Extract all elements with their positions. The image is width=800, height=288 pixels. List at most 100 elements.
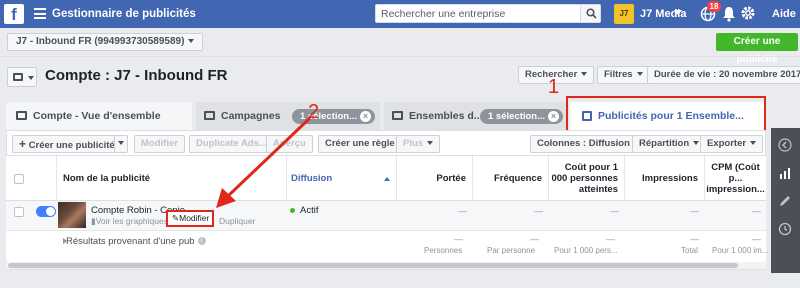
facebook-logo-icon[interactable]: f [4, 4, 24, 24]
summary-cell: — [530, 234, 539, 244]
create-rule-button[interactable]: Créer une règle [318, 135, 402, 153]
app-title[interactable]: Gestionnaire de publicités [52, 8, 196, 20]
edit-button[interactable]: Modifier [134, 135, 185, 153]
collapse-panel-icon[interactable] [778, 138, 792, 152]
summary-cell: — [606, 234, 615, 244]
bar-chart-icon[interactable] [778, 166, 792, 180]
column-cost-per-1000[interactable]: Coût pour 1 000 personnes atteintes [548, 156, 624, 201]
view-selector-button[interactable] [7, 67, 37, 87]
table-cell: — [458, 206, 467, 216]
search-icon [586, 8, 597, 19]
duplicate-row-link[interactable]: Dupliquer [219, 216, 255, 226]
chevron-down-icon [693, 141, 700, 146]
horizontal-scrollbar[interactable] [6, 262, 766, 269]
column-cpm[interactable]: CPM (Coût p... impression... [704, 156, 766, 201]
summary-cell: — [690, 234, 699, 244]
date-range-picker[interactable]: Durée de vie : 20 novembre 2017 [647, 66, 800, 84]
duplicate-button[interactable]: Duplicate Ads... [189, 135, 274, 153]
bell-icon[interactable] [722, 6, 736, 22]
active-status-dot [290, 208, 295, 213]
chevron-down-icon [427, 141, 434, 146]
edit-row-link[interactable]: ✎Modifier [166, 210, 214, 227]
summary-unit: Pour 1 000 pers... [554, 246, 618, 255]
tab-label: Compte - Vue d'ensemble [33, 110, 161, 123]
tab-label: Campagnes [221, 110, 281, 123]
more-button[interactable]: Plus [396, 135, 441, 153]
plus-icon: + [19, 137, 27, 151]
columns-button[interactable]: Colonnes : Diffusion [530, 135, 647, 153]
divider [0, 56, 800, 57]
column-header-label: CPM (Coût p... impression... [706, 162, 765, 195]
create-ad-button[interactable]: + Créer une publicité [12, 135, 116, 153]
close-icon[interactable]: × [548, 111, 560, 122]
edit-row-label: Modifier [179, 213, 210, 223]
column-frequency[interactable]: Fréquence [472, 156, 548, 201]
tab-account-overview[interactable]: Compte - Vue d'ensemble [6, 102, 192, 130]
close-icon[interactable]: × [360, 111, 372, 122]
create-ad-label: Créer une publicité [28, 140, 115, 151]
sort-ascending-icon [384, 176, 390, 181]
pencil-icon[interactable] [778, 194, 792, 208]
tab-campaigns[interactable]: Campagnes 1 sélection... × [196, 102, 380, 130]
dashboard-icon [16, 110, 27, 120]
export-button[interactable]: Exporter [700, 135, 764, 153]
business-search-input[interactable] [376, 5, 576, 22]
annotation-step-1: 1 [548, 76, 560, 98]
ad-thumbnail [58, 202, 86, 228]
clock-icon[interactable] [778, 222, 792, 236]
more-label: Plus [403, 138, 424, 149]
menu-icon[interactable] [34, 8, 46, 19]
column-ad-name[interactable]: Nom de la publicité [56, 156, 286, 201]
tab-ad-sets[interactable]: Ensembles d... 1 sélection... × [384, 102, 568, 130]
scrollbar-thumb[interactable] [8, 263, 738, 268]
filters-button[interactable]: Filtres [597, 66, 650, 84]
column-header-label: Portée [436, 173, 466, 184]
date-range-label: Durée de vie : 20 novembre 2017 [654, 69, 800, 80]
chevron-down-icon [188, 39, 195, 44]
summary-label-text: Résultats provenant d'une pub [66, 236, 195, 247]
breakdown-button[interactable]: Répartition [632, 135, 707, 153]
columns-label: Colonnes : Diffusion [537, 138, 630, 149]
column-header-label: Diffusion [291, 173, 333, 184]
table-cell: — [534, 206, 543, 216]
create-ad-dropdown[interactable] [114, 135, 128, 153]
chevron-down-icon [28, 76, 34, 80]
view-charts-link[interactable]: ▮Voir les graphiques [91, 216, 168, 227]
filters-button-label: Filtres [604, 69, 633, 80]
chevron-down-icon [636, 72, 643, 77]
adsets-selection-pill[interactable]: 1 sélection... × [480, 109, 564, 124]
column-reach[interactable]: Portée [396, 156, 472, 201]
search-button[interactable] [580, 5, 600, 22]
create-ad-button-top[interactable]: Créer une publicité [716, 33, 798, 65]
export-label: Exporter [707, 138, 747, 149]
summary-unit: Personnes [424, 246, 463, 255]
summary-cell: — [752, 234, 761, 244]
gear-icon[interactable] [740, 5, 756, 21]
chevron-down-icon [750, 141, 757, 146]
campaigns-selection-pill[interactable]: 1 sélection... × [292, 109, 376, 124]
chevron-down-icon [581, 72, 588, 77]
grid-icon [392, 110, 403, 120]
selection-pill-label: 1 sélection... [488, 111, 546, 122]
ad-account-label: J7 - Inbound FR (994993730589589) [16, 36, 185, 47]
info-icon[interactable]: i [197, 237, 206, 246]
duplicate-row-label: Dupliquer [219, 216, 256, 226]
row-checkbox[interactable] [14, 207, 24, 217]
notification-count-badge: 18 [707, 1, 721, 12]
summary-unit: Total [681, 246, 698, 255]
column-header-label: Impressions [642, 173, 698, 184]
column-impressions[interactable]: Impressions [624, 156, 704, 201]
select-all-checkbox[interactable] [14, 174, 24, 184]
breakdown-label: Répartition [639, 138, 690, 149]
monitor-icon [13, 73, 23, 81]
chevron-down-icon[interactable] [674, 10, 682, 15]
annotation-step-2: 2 [308, 101, 320, 123]
ad-account-selector[interactable]: J7 - Inbound FR (994993730589589) [7, 33, 204, 51]
help-link[interactable]: Aide [772, 8, 796, 20]
column-delivery[interactable]: Diffusion [286, 156, 396, 201]
summary-label: Résultats provenant d'une pub i [66, 236, 206, 247]
ad-on-off-toggle[interactable] [36, 206, 56, 217]
account-avatar[interactable]: J7 [614, 4, 634, 24]
preview-button[interactable]: Aperçu [266, 135, 313, 153]
tab-label: Ensembles d... [409, 110, 483, 123]
